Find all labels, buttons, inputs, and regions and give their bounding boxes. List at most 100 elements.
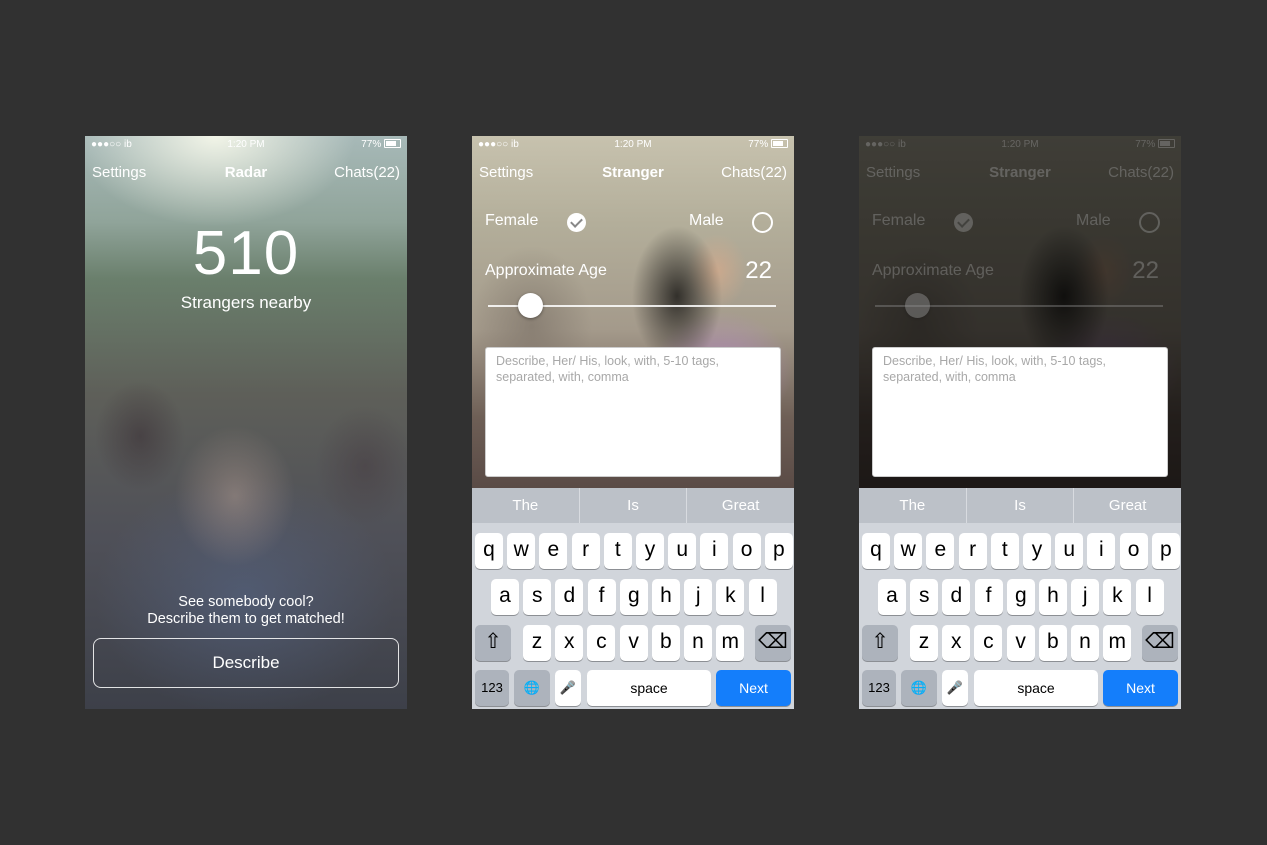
key-k[interactable]: k [1103,579,1132,615]
battery-percent: 77% [748,139,769,150]
key-w[interactable]: w [894,533,923,569]
key-d[interactable]: d [555,579,584,615]
key-m[interactable]: m [1103,625,1132,661]
key-g[interactable]: g [619,579,648,615]
male-checkbox-icon[interactable] [752,212,773,233]
key-j[interactable]: j [684,579,713,615]
description-textarea[interactable]: Describe, Her/ His, look, with, 5-10 tag… [485,347,781,477]
suggestion-item[interactable]: Is [965,488,1074,523]
delete-icon[interactable]: ⌫ [755,625,791,661]
chats-button[interactable]: Chats(22) [1108,164,1174,181]
age-slider-thumb[interactable] [905,293,930,318]
suggestion-item[interactable]: Great [1073,488,1181,523]
key-c[interactable]: c [587,625,616,661]
delete-icon[interactable]: ⌫ [1142,625,1178,661]
key-p[interactable]: p [1151,533,1180,569]
key-z[interactable]: z [910,625,938,661]
key-w[interactable]: w [507,533,536,569]
key-r[interactable]: r [571,533,600,569]
female-checkbox-icon[interactable] [954,213,973,232]
prompt-line-2: Describe them to get matched! [147,611,345,627]
key-x[interactable]: x [942,625,971,661]
description-textarea[interactable]: Describe, Her/ His, look, with, 5-10 tag… [872,347,1168,477]
key-t[interactable]: t [603,533,632,569]
key-q[interactable]: q [862,533,890,569]
key-y[interactable]: y [1023,533,1051,569]
female-checkbox-icon[interactable] [567,213,586,232]
shift-icon[interactable]: ⇧ [862,625,898,661]
numbers-key[interactable]: 123 [475,670,509,706]
age-label: Approximate Age [485,262,607,279]
stranger-screen: ●●●○○ ib 1:20 PM 77% Settings Stranger C… [472,136,794,709]
key-l[interactable]: l [1135,579,1164,615]
status-bar: ●●●○○ ib 1:20 PM 77% [85,136,407,154]
next-key[interactable]: Next [716,670,791,706]
suggestion-item[interactable]: The [472,488,579,523]
key-n[interactable]: n [1071,625,1099,661]
key-i[interactable]: i [1087,533,1116,569]
key-l[interactable]: l [748,579,777,615]
key-d[interactable]: d [942,579,971,615]
key-k[interactable]: k [716,579,745,615]
keyboard: The Is Great q w e r t y u i o p a s d f g h j k l ⇧ z x c v b n m ⌫ 12… [859,488,1181,709]
key-a[interactable]: a [491,579,519,615]
space-key[interactable]: space [587,670,711,706]
age-label: Approximate Age [872,262,994,279]
status-bar: ●●●○○ ib 1:20 PM 77% [472,136,794,154]
chats-button[interactable]: Chats(22) [334,164,400,181]
key-s[interactable]: s [523,579,552,615]
microphone-icon[interactable]: 🎤 [555,670,581,706]
key-o[interactable]: o [732,533,761,569]
strangers-count-label: Strangers nearby [180,293,312,312]
key-h[interactable]: h [652,579,680,615]
key-g[interactable]: g [1006,579,1035,615]
suggestion-item[interactable]: Great [686,488,794,523]
key-i[interactable]: i [700,533,729,569]
key-c[interactable]: c [974,625,1003,661]
key-q[interactable]: q [475,533,503,569]
key-a[interactable]: a [878,579,906,615]
key-f[interactable]: f [587,579,616,615]
key-h[interactable]: h [1039,579,1067,615]
globe-icon[interactable]: 🌐 [514,670,550,706]
describe-button[interactable]: Describe [93,638,399,688]
stranger-screen-dimmed: ●●●○○ ib 1:20 PM 77% Settings Stranger C… [859,136,1181,709]
numbers-key[interactable]: 123 [862,670,896,706]
nav-bar: Settings Radar Chats(22) [85,162,407,184]
male-checkbox-icon[interactable] [1139,212,1160,233]
key-v[interactable]: v [619,625,648,661]
key-n[interactable]: n [684,625,712,661]
shift-icon[interactable]: ⇧ [475,625,511,661]
describe-prompt: See somebody cool? Describe them to get … [85,594,407,628]
key-u[interactable]: u [668,533,697,569]
key-e[interactable]: e [539,533,568,569]
key-u[interactable]: u [1055,533,1084,569]
space-key[interactable]: space [974,670,1098,706]
key-s[interactable]: s [910,579,939,615]
globe-icon[interactable]: 🌐 [901,670,937,706]
key-p[interactable]: p [764,533,793,569]
key-o[interactable]: o [1119,533,1148,569]
key-y[interactable]: y [636,533,664,569]
key-b[interactable]: b [1038,625,1067,661]
nav-bar: Settings Stranger Chats(22) [472,162,794,184]
chats-button[interactable]: Chats(22) [721,164,787,181]
age-slider-thumb[interactable] [518,293,543,318]
suggestion-item[interactable]: Is [578,488,687,523]
key-b[interactable]: b [651,625,680,661]
key-r[interactable]: r [958,533,987,569]
key-v[interactable]: v [1006,625,1035,661]
key-z[interactable]: z [523,625,551,661]
radar-screen: ●●●○○ ib 1:20 PM 77% Settings Radar Chat… [85,136,407,709]
key-m[interactable]: m [716,625,745,661]
suggestion-item[interactable]: The [859,488,966,523]
key-x[interactable]: x [555,625,584,661]
key-t[interactable]: t [990,533,1019,569]
battery-status: 77% [361,139,401,150]
key-j[interactable]: j [1071,579,1100,615]
key-f[interactable]: f [974,579,1003,615]
key-e[interactable]: e [926,533,955,569]
microphone-icon[interactable]: 🎤 [942,670,968,706]
keyboard: The Is Great q w e r t y u i o p a s d f g h j k l ⇧ z x c v b n m ⌫ 12… [472,488,794,709]
next-key[interactable]: Next [1103,670,1178,706]
